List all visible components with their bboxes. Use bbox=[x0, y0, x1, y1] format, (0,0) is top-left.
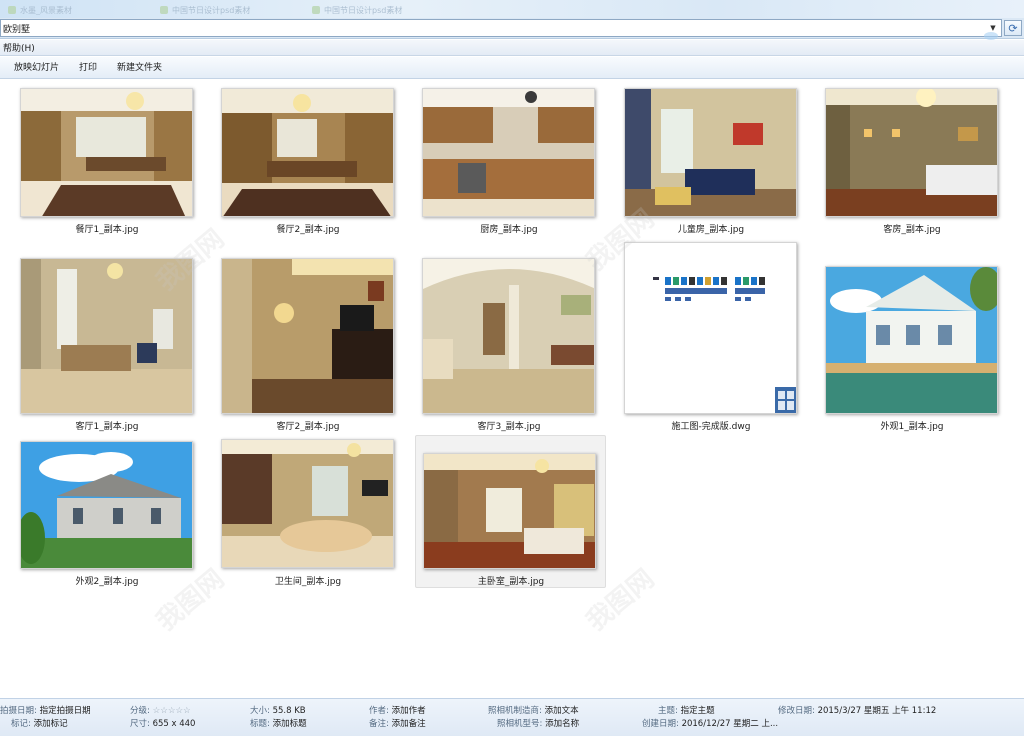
image-thumbnail bbox=[20, 258, 193, 414]
refresh-button[interactable]: ⟳ bbox=[1004, 20, 1022, 36]
detail-tag: 标记: 添加标记 bbox=[11, 719, 68, 729]
file-item[interactable]: 厨房_副本.jpg bbox=[418, 84, 600, 236]
menu-help[interactable]: 帮助(H) bbox=[3, 41, 35, 54]
file-name: 外观2_副本.jpg bbox=[75, 577, 139, 587]
living-room-thumbnail bbox=[21, 259, 192, 413]
exterior-thumbnail bbox=[826, 267, 997, 413]
image-thumbnail bbox=[423, 453, 596, 569]
file-list-view[interactable]: 餐厅1_副本.jpg 餐厅2_副本.jpg 厨房_副本.jpg 儿童房_副本.j… bbox=[0, 80, 1024, 698]
file-item[interactable]: 客厅3_副本.jpg bbox=[418, 254, 600, 438]
details-pane: 拍摄日期: 指定拍摄日期 标记: 添加标记 分级: ☆☆☆☆☆ 尺寸: 655 … bbox=[0, 698, 1024, 736]
file-item[interactable]: 餐厅2_副本.jpg bbox=[217, 84, 399, 236]
comment-field[interactable]: 添加备注 bbox=[392, 719, 426, 729]
guest-room-thumbnail bbox=[826, 89, 997, 216]
image-thumbnail bbox=[422, 258, 595, 414]
image-thumbnail bbox=[825, 88, 998, 217]
tab-favicon-icon bbox=[160, 6, 168, 14]
decorative-glow bbox=[984, 32, 998, 40]
kids-room-thumbnail bbox=[625, 89, 796, 216]
tab-label: 水墨_风景素材 bbox=[20, 5, 72, 15]
image-thumbnail bbox=[221, 258, 394, 414]
shot-date-field[interactable]: 指定拍摄日期 bbox=[40, 706, 91, 716]
dwg-file-icon bbox=[624, 242, 797, 414]
tab-favicon-icon bbox=[8, 6, 16, 14]
browser-tab[interactable]: 水墨_风景素材 bbox=[8, 4, 72, 16]
tab-label: 中国节日设计psd素材 bbox=[172, 5, 251, 15]
exterior-thumbnail bbox=[21, 442, 192, 568]
master-bedroom-thumbnail bbox=[424, 454, 595, 568]
detail-camera-maker: 照相机制造商: 添加文本 bbox=[488, 706, 579, 716]
file-item[interactable]: 客房_副本.jpg bbox=[821, 84, 1003, 236]
tab-label: 中国节日设计psd素材 bbox=[324, 5, 403, 15]
living-room-thumbnail bbox=[222, 259, 393, 413]
title-field[interactable]: 添加标题 bbox=[273, 719, 307, 729]
file-item[interactable]: 外观1_副本.jpg bbox=[821, 262, 1003, 438]
detail-dimensions: 尺寸: 655 x 440 bbox=[130, 719, 196, 729]
detail-created: 创建日期: 2016/12/27 星期二 上... bbox=[642, 719, 779, 729]
print-button[interactable]: 打印 bbox=[69, 58, 107, 78]
file-name: 施工图-完成版.dwg bbox=[671, 422, 751, 432]
dining-room-thumbnail bbox=[222, 89, 393, 216]
camera-maker-field[interactable]: 添加文本 bbox=[545, 706, 579, 716]
file-name: 厨房_副本.jpg bbox=[480, 225, 538, 235]
address-text: 欧别墅 bbox=[3, 24, 31, 35]
dwg-preview bbox=[625, 243, 796, 413]
kitchen-thumbnail bbox=[423, 89, 594, 216]
author-field[interactable]: 添加作者 bbox=[392, 706, 426, 716]
detail-camera-model: 照相机型号: 添加名称 bbox=[497, 719, 580, 729]
image-thumbnail bbox=[221, 439, 394, 568]
browser-tab[interactable]: 中国节日设计psd素材 bbox=[312, 4, 402, 16]
image-thumbnail bbox=[422, 88, 595, 217]
image-thumbnail bbox=[825, 266, 998, 414]
file-name: 主卧室_副本.jpg bbox=[477, 577, 545, 587]
detail-title: 标题: 添加标题 bbox=[250, 719, 307, 729]
detail-subject: 主题: 指定主题 bbox=[658, 706, 715, 716]
tab-favicon-icon bbox=[312, 6, 320, 14]
file-name: 外观1_副本.jpg bbox=[880, 422, 944, 432]
image-thumbnail bbox=[20, 441, 193, 569]
file-item[interactable]: 客厅1_副本.jpg bbox=[16, 254, 198, 438]
file-item[interactable]: 餐厅1_副本.jpg bbox=[16, 84, 198, 236]
slideshow-button[interactable]: 放映幻灯片 bbox=[0, 58, 69, 78]
detail-shot-date: 拍摄日期: 指定拍摄日期 bbox=[0, 706, 91, 716]
file-name: 客厅3_副本.jpg bbox=[477, 422, 541, 432]
tag-field[interactable]: 添加标记 bbox=[34, 719, 68, 729]
living-room-thumbnail bbox=[423, 259, 594, 413]
file-item[interactable]: 卫生间_副本.jpg bbox=[217, 436, 399, 588]
detail-size: 大小: 55.8 KB bbox=[250, 706, 306, 716]
file-name: 客厅1_副本.jpg bbox=[75, 422, 139, 432]
image-thumbnail bbox=[20, 88, 193, 217]
file-name: 卫生间_副本.jpg bbox=[274, 577, 342, 587]
image-thumbnail bbox=[221, 88, 394, 217]
address-bar: 欧别墅 ▼ ⟳ bbox=[0, 18, 1024, 39]
file-name: 餐厅1_副本.jpg bbox=[75, 225, 139, 235]
detail-author: 作者: 添加作者 bbox=[369, 706, 426, 716]
subject-field[interactable]: 指定主题 bbox=[681, 706, 715, 716]
rating-stars[interactable]: ☆☆☆☆☆ bbox=[153, 706, 191, 716]
address-input[interactable]: 欧别墅 ▼ bbox=[0, 19, 1002, 37]
menu-bar: 帮助(H) bbox=[0, 40, 1024, 56]
file-item[interactable]: 施工图-完成版.dwg bbox=[620, 238, 802, 438]
file-item[interactable]: 外观2_副本.jpg bbox=[16, 436, 198, 588]
file-name: 餐厅2_副本.jpg bbox=[276, 225, 340, 235]
bathroom-thumbnail bbox=[222, 440, 393, 567]
image-thumbnail bbox=[624, 88, 797, 217]
browser-tab[interactable]: 中国节日设计psd素材 bbox=[160, 4, 250, 16]
camera-model-field[interactable]: 添加名称 bbox=[545, 719, 579, 729]
dining-room-thumbnail bbox=[21, 89, 192, 216]
browser-tab-strip: 水墨_风景素材 中国节日设计psd素材 中国节日设计psd素材 bbox=[0, 0, 1024, 18]
file-name: 儿童房_副本.jpg bbox=[677, 225, 745, 235]
command-toolbar: 放映幻灯片 打印 新建文件夹 bbox=[0, 57, 1024, 79]
file-item-selected[interactable]: 主卧室_副本.jpg bbox=[415, 435, 606, 588]
file-name: 客厅2_副本.jpg bbox=[276, 422, 340, 432]
new-folder-button[interactable]: 新建文件夹 bbox=[107, 58, 172, 78]
detail-modified: 修改日期: 2015/3/27 星期五 上午 11:12 bbox=[778, 706, 937, 716]
file-item[interactable]: 儿童房_副本.jpg bbox=[620, 84, 802, 236]
file-name: 客房_副本.jpg bbox=[883, 225, 941, 235]
file-item[interactable]: 客厅2_副本.jpg bbox=[217, 254, 399, 438]
detail-comment: 备注: 添加备注 bbox=[369, 719, 426, 729]
refresh-icon: ⟳ bbox=[1008, 21, 1018, 35]
detail-rating: 分级: ☆☆☆☆☆ bbox=[130, 706, 191, 716]
